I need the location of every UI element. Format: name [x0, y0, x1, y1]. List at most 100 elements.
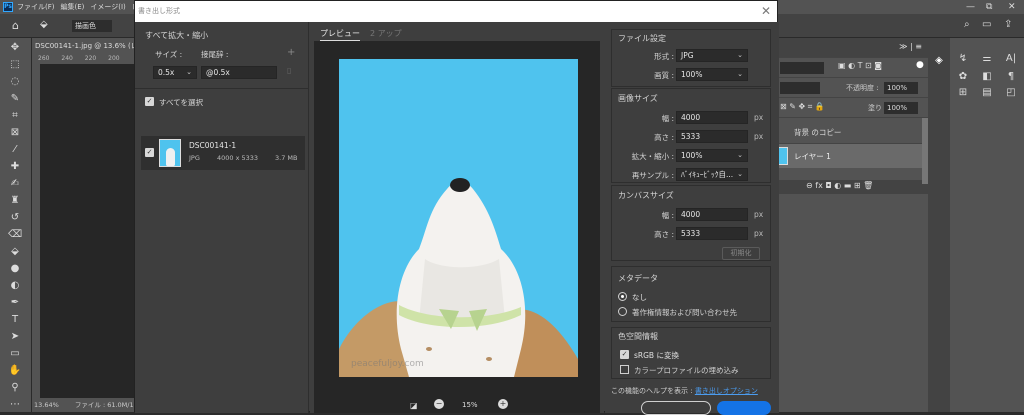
eraser-tool-icon[interactable]: ⌫ [8, 228, 22, 242]
export-as-dialog: 書き出し形式 ✕ すべて拡大・縮小 サイズ : 接尾辞 : + 0.5x ⌄ @… [134, 0, 779, 415]
crop-tool-icon[interactable]: ⌗ [8, 109, 22, 123]
blend-mode-select[interactable] [780, 82, 820, 94]
image-height-field[interactable]: 5333 [676, 130, 748, 143]
brush-settings-icon[interactable]: ⚌ [980, 52, 994, 66]
quick-select-tool-icon[interactable]: ✎ [8, 92, 22, 106]
pen-tool-icon[interactable]: ✒ [8, 296, 22, 310]
document-tab[interactable]: DSC00141-1.jpg @ 13.6% (レイヤ [32, 38, 134, 54]
asset-format: JPG [189, 154, 200, 162]
layer-filter-icons[interactable]: ▣ ◐ T ⊡ ◙ [838, 61, 882, 70]
blur-tool-icon[interactable]: ● [8, 262, 22, 276]
clone-source-icon[interactable]: ◧ [980, 70, 994, 84]
image-width-field[interactable]: 4000 [676, 111, 748, 124]
eyedropper-tool-icon[interactable]: ⁄ [8, 143, 22, 157]
zoom-in-icon[interactable]: + [498, 399, 508, 409]
asset-row[interactable]: ✓ DSC00141-1 JPG 4000 x 5333 3.7 MB [141, 136, 305, 170]
frame-tool-icon[interactable]: ⊠ [8, 126, 22, 140]
layer-row[interactable] [776, 168, 922, 180]
metadata-none-radio[interactable] [618, 292, 627, 301]
canvas-height-field[interactable]: 5333 [676, 227, 748, 240]
export-button[interactable] [717, 401, 771, 415]
tool-preset-select[interactable]: 描画色 [72, 20, 112, 32]
lasso-tool-icon[interactable]: ◌ [8, 75, 22, 89]
history-brush-icon[interactable]: ↺ [8, 211, 22, 225]
image-size-section: 画像サイズ 幅 : 4000 px 高さ : 5333 px 拡大・縮小 : 1… [611, 88, 771, 183]
zoom-out-icon[interactable]: − [434, 399, 444, 409]
resample-select[interactable]: ﾊﾞｲｷｭｰﾋﾞｯｸ自... ⌄ [676, 168, 748, 181]
path-select-icon[interactable]: ➤ [8, 330, 22, 344]
opacity-field[interactable]: 100% [884, 82, 918, 94]
panel-menu-icon[interactable]: ≫ | ≡ [899, 42, 922, 51]
bucket-tool-icon[interactable]: ⬙ [8, 245, 22, 259]
layer-action-icons[interactable]: ⊖ fx ◘ ◐ ▬ ⊞ 🗑 [806, 181, 873, 190]
minimize-icon[interactable]: — [966, 0, 975, 14]
tab-preview[interactable]: プレビュー [320, 28, 360, 41]
tab-2up[interactable]: 2 アップ [370, 28, 402, 39]
canvas-width-field[interactable]: 4000 [676, 208, 748, 221]
scale-select[interactable]: 0.5x ⌄ [153, 66, 197, 79]
suffix-field[interactable]: @0.5x [201, 66, 277, 79]
opacity-label: 不透明度 : [846, 84, 879, 92]
srgb-label: sRGB に変換 [634, 351, 679, 360]
brush-tool-icon[interactable]: ✍ [8, 177, 22, 191]
add-scale-button[interactable]: + [287, 47, 295, 58]
share-icon[interactable]: ⇪ [1004, 19, 1012, 30]
zoom-tool-icon[interactable]: ⚲ [8, 381, 22, 395]
srgb-checkbox[interactable]: ✓ [620, 350, 629, 359]
character-icon[interactable]: A| [1004, 52, 1018, 66]
stamp-tool-icon[interactable]: ♜ [8, 194, 22, 208]
grid-icon[interactable]: ⊞ [956, 86, 970, 100]
layer-kind-select[interactable] [780, 62, 824, 74]
format-select[interactable]: JPG ⌄ [676, 49, 748, 62]
zoom-readout[interactable]: 13.64% [34, 401, 59, 409]
help-link[interactable]: 書き出しオプション [695, 387, 758, 395]
delete-scale-icon[interactable]: ▯ [287, 66, 291, 75]
quality-value: 100% [681, 70, 703, 79]
layers-icon[interactable]: ◈ [932, 54, 946, 68]
image-height-unit: px [754, 132, 764, 141]
menu-file[interactable]: ファイル(F) [17, 2, 55, 12]
marquee-tool-icon[interactable]: ⬚ [8, 58, 22, 72]
search-icon[interactable]: ⌕ [964, 19, 970, 30]
menu-image[interactable]: イメージ(I) [90, 2, 125, 12]
layer-row[interactable]: 背景 のコピー [776, 120, 922, 144]
dodge-tool-icon[interactable]: ◐ [8, 279, 22, 293]
image-scale-select[interactable]: 100% ⌄ [676, 149, 748, 162]
cancel-button[interactable] [641, 401, 711, 415]
select-all-checkbox[interactable]: ✓ [145, 97, 154, 106]
fill-field[interactable]: 100% [884, 102, 918, 114]
layer-row-selected[interactable]: レイヤー 1 [776, 144, 922, 168]
reset-button[interactable]: 初期化 [722, 247, 760, 260]
adjust-icon[interactable]: ↯ [956, 52, 970, 66]
zoom-level[interactable]: 15% [462, 401, 478, 409]
window-controls: — ⧉ ✕ [960, 0, 1024, 14]
fit-icon[interactable]: ◪ [410, 401, 418, 410]
image-size-heading: 画像サイズ [618, 94, 658, 103]
close-icon[interactable]: ✕ [761, 5, 771, 17]
hand-tool-icon[interactable]: ✋ [8, 364, 22, 378]
paint-bucket-icon[interactable]: ⬙ [40, 19, 48, 30]
menu-edit[interactable]: 編集(E) [61, 2, 85, 12]
asset-checkbox[interactable]: ✓ [145, 148, 154, 157]
lock-icons[interactable]: ⊠ ✎ ✥ ⌗ 🔒 [780, 102, 825, 112]
paragraph-icon[interactable]: ¶ [1004, 70, 1018, 84]
close-window-icon[interactable]: ✕ [1008, 0, 1016, 14]
glyph-icon[interactable]: ◰ [1004, 86, 1018, 100]
more-tools-icon[interactable]: ⋯ [8, 398, 22, 412]
type-tool-icon[interactable]: T [8, 313, 22, 327]
shape-tool-icon[interactable]: ▭ [8, 347, 22, 361]
color-icon[interactable]: ✿ [956, 70, 970, 84]
properties-icon[interactable]: ▤ [980, 86, 994, 100]
healing-tool-icon[interactable]: ✚ [8, 160, 22, 174]
embed-profile-checkbox[interactable] [620, 365, 629, 374]
chevron-down-icon: ⌄ [737, 51, 743, 59]
metadata-copyright-radio[interactable] [618, 307, 627, 316]
size-label: サイズ : [155, 50, 183, 59]
filter-toggle-icon[interactable]: ● [916, 60, 924, 70]
format-value: JPG [681, 51, 694, 60]
workspace-icon[interactable]: ▭ [982, 19, 991, 30]
quality-select[interactable]: 100% ⌄ [676, 68, 748, 81]
move-tool-icon[interactable]: ✥ [8, 41, 22, 55]
restore-icon[interactable]: ⧉ [986, 0, 992, 14]
home-icon[interactable]: ⌂ [12, 19, 19, 32]
